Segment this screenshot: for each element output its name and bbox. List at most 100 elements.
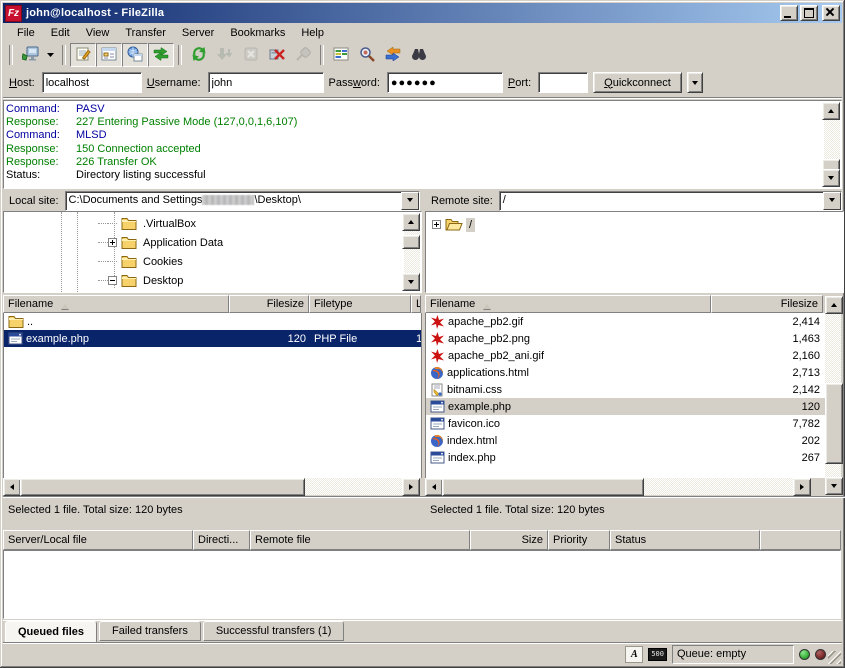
username-field[interactable] <box>208 72 324 93</box>
port-field[interactable] <box>538 72 588 93</box>
collapse-icon[interactable] <box>108 276 117 285</box>
file-row-example-php[interactable]: example.php120 <box>426 398 826 415</box>
scroll-right-button[interactable] <box>402 478 420 496</box>
column-header-filename[interactable]: Filename <box>425 295 711 313</box>
tab-successful-transfers-1-[interactable]: Successful transfers (1) <box>203 621 345 641</box>
file-row-apache-pb2-png[interactable]: apache_pb2.png1,463 <box>426 330 826 347</box>
process-queue-button[interactable] <box>212 43 238 67</box>
directory-comparison-button[interactable] <box>328 43 354 67</box>
php-file-icon <box>430 417 445 430</box>
sort-ascending-icon <box>483 300 491 309</box>
maximize-button[interactable] <box>800 5 818 21</box>
disconnect-button[interactable] <box>264 43 290 67</box>
file-row-bitnami-css[interactable]: bitnami.css2,142 <box>426 381 826 398</box>
tab-failed-transfers[interactable]: Failed transfers <box>99 621 201 641</box>
find-files-button[interactable] <box>354 43 380 67</box>
menu-view[interactable]: View <box>78 25 118 41</box>
speed-limit-icon[interactable]: 500 <box>648 648 667 661</box>
column-header-filesize[interactable]: Filesize <box>711 295 823 313</box>
scroll-up-button[interactable] <box>822 102 840 120</box>
toggle-local-tree-button[interactable] <box>96 43 122 67</box>
file-row-apache-pb2-ani-gif[interactable]: apache_pb2_ani.gif2,160 <box>426 347 826 364</box>
expand-icon[interactable] <box>432 220 441 229</box>
minimize-button[interactable] <box>780 5 798 21</box>
expand-icon[interactable] <box>108 238 117 247</box>
quickconnect-button[interactable]: Quickconnect <box>593 72 682 93</box>
file-row-index-php[interactable]: index.php267 <box>426 449 826 466</box>
synchronized-browsing-button[interactable] <box>380 43 406 67</box>
tree-item-root[interactable]: / <box>432 215 475 234</box>
column-header-filename[interactable]: Filename <box>3 295 229 313</box>
menu-transfer[interactable]: Transfer <box>117 25 174 41</box>
scroll-up-button[interactable] <box>402 213 420 231</box>
toggle-message-log-button[interactable] <box>70 43 96 67</box>
host-field[interactable] <box>42 72 142 93</box>
toolbar <box>3 42 842 68</box>
file-row-index-html[interactable]: index.html202 <box>426 432 826 449</box>
local-hscrollbar[interactable] <box>3 478 420 495</box>
scroll-left-button[interactable] <box>425 478 443 496</box>
scroll-thumb[interactable] <box>825 383 843 464</box>
quickconnect-bar: Host:Username:Password:Port:Quickconnect <box>3 68 842 98</box>
column-header-filetype[interactable]: Filetype <box>309 295 411 313</box>
tree-item--virtualbox[interactable]: .VirtualBox <box>108 214 199 233</box>
scroll-right-button[interactable] <box>793 478 811 496</box>
tree-item-desktop[interactable]: Desktop <box>108 271 186 290</box>
toggle-remote-tree-button[interactable] <box>122 43 148 67</box>
scroll-thumb[interactable] <box>442 478 644 496</box>
left-arrow-icon <box>7 484 14 490</box>
remote-site-combo[interactable]: / <box>499 191 842 211</box>
menu-server[interactable]: Server <box>174 25 222 41</box>
titlebar[interactable]: Fz john@localhost - FileZilla <box>3 3 842 23</box>
log-line-label: Response: <box>6 116 76 129</box>
menu-edit[interactable]: Edit <box>43 25 78 41</box>
column-header-directi-[interactable]: Directi... <box>193 530 250 550</box>
column-header-blank[interactable] <box>760 530 841 550</box>
site-manager-button[interactable] <box>17 43 43 67</box>
local-status-line: Selected 1 file. Total size: 120 bytes <box>3 496 430 522</box>
menu-file[interactable]: File <box>9 25 43 41</box>
tree-item-cookies[interactable]: Cookies <box>108 252 186 271</box>
log-vscrollbar[interactable] <box>824 102 840 187</box>
file-row-apache-pb2-gif[interactable]: apache_pb2.gif2,414 <box>426 313 826 330</box>
column-header-filesize[interactable]: Filesize <box>229 295 309 313</box>
log-line-label: Status: <box>6 169 76 182</box>
local-site-combo[interactable]: C:\Documents and Settings\Desktop\ <box>65 191 420 211</box>
scroll-down-button[interactable] <box>402 273 420 291</box>
tab-queued-files[interactable]: Queued files <box>5 621 97 643</box>
scroll-thumb[interactable] <box>402 235 420 249</box>
tree-item-application-data[interactable]: Application Data <box>108 233 226 252</box>
menu-bookmarks[interactable]: Bookmarks <box>222 25 293 41</box>
scroll-left-button[interactable] <box>3 478 21 496</box>
column-header-remote-file[interactable]: Remote file <box>250 530 470 550</box>
file-row--[interactable]: .. <box>4 313 421 330</box>
column-header-status[interactable]: Status <box>610 530 760 550</box>
scroll-down-button[interactable] <box>822 169 840 187</box>
remote-hscrollbar[interactable] <box>425 478 811 495</box>
refresh-button[interactable] <box>186 43 212 67</box>
file-row-favicon-ico[interactable]: favicon.ico7,782 <box>426 415 826 432</box>
resize-grip[interactable] <box>828 651 841 664</box>
column-header-server-local-file[interactable]: Server/Local file <box>3 530 193 550</box>
remote-vscrollbar[interactable] <box>825 296 841 495</box>
column-header-l[interactable]: L <box>411 295 421 313</box>
file-row-applications-html[interactable]: applications.html2,713 <box>426 364 826 381</box>
column-header-size[interactable]: Size <box>470 530 548 550</box>
close-button[interactable] <box>822 5 840 21</box>
scroll-up-button[interactable] <box>825 296 843 314</box>
toggle-transfer-queue-button[interactable] <box>148 43 174 67</box>
column-header-priority[interactable]: Priority <box>548 530 610 550</box>
reconnect-button[interactable] <box>290 43 316 67</box>
menu-help[interactable]: Help <box>293 25 332 41</box>
combo-dropdown-button[interactable] <box>401 192 419 210</box>
quickconnect-dropdown[interactable] <box>687 72 703 93</box>
filter-button[interactable] <box>406 43 432 67</box>
cancel-operation-button[interactable] <box>238 43 264 67</box>
password-field[interactable] <box>387 72 503 93</box>
combo-dropdown-button[interactable] <box>823 192 841 210</box>
scroll-down-button[interactable] <box>825 477 843 495</box>
file-row-example-php[interactable]: example.php120PHP File1 <box>4 330 421 347</box>
local-tree-vscrollbar[interactable] <box>404 213 420 291</box>
site-manager-dropdown[interactable] <box>43 43 58 67</box>
scroll-thumb[interactable] <box>20 478 305 496</box>
